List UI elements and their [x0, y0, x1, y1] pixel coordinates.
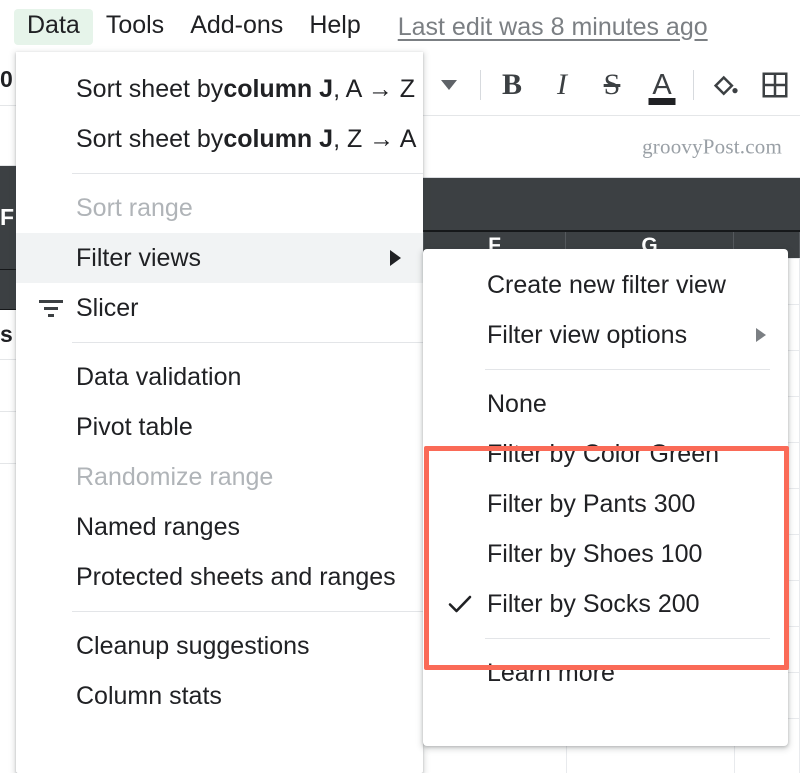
fill-color-icon[interactable] [700, 54, 750, 116]
submenu-item-label: Filter by Pants 300 [487, 489, 696, 518]
italic-icon[interactable]: I [537, 54, 587, 116]
screenshot-root: Data Tools Add-ons Help Last edit was 8 … [0, 0, 800, 773]
menu-item-label: Pivot table [76, 412, 193, 441]
menu-item-label: Filter views [76, 243, 202, 272]
menu-bar: Data Tools Add-ons Help Last edit was 8 … [0, 0, 800, 54]
submenu-item-filter-view-options[interactable]: Filter view options [423, 310, 788, 360]
submenu-item-label: Create new filter view [487, 270, 726, 299]
strikethrough-icon[interactable]: S [587, 54, 637, 116]
menu-item-label: Named ranges [76, 512, 240, 541]
menu-item-cleanup-suggestions[interactable]: Cleanup suggestions [16, 621, 423, 671]
submenu-item-label: Filter by Socks 200 [487, 589, 700, 618]
menu-item-label: Protected sheets and ranges [76, 562, 396, 591]
menu-item-slicer[interactable]: Slicer [16, 283, 423, 333]
menu-item-label: Slicer [76, 293, 139, 322]
submenu-item-label: Filter view options [487, 320, 688, 349]
menu-item-named-ranges[interactable]: Named ranges [16, 502, 423, 552]
submenu-item-create-new-filter-view[interactable]: Create new filter view [423, 260, 788, 310]
submenu-item-label: Learn more [487, 658, 615, 687]
menu-item-label-suffix: , A → Z [333, 74, 416, 103]
menu-bar-item-add-ons[interactable]: Add-ons [177, 9, 296, 45]
menu-item-label-suffix: , Z → A [333, 124, 417, 153]
menu-bar-item-tools[interactable]: Tools [93, 9, 177, 45]
menu-item-filter-views[interactable]: Filter views [16, 233, 423, 283]
checkmark-icon [447, 591, 473, 617]
text-color-icon[interactable]: A [637, 54, 687, 116]
menu-item-column-stats[interactable]: Column stats [16, 671, 423, 721]
filter-views-submenu-panel: Create new filter view Filter view optio… [423, 249, 788, 746]
menu-item-label: Randomize range [76, 462, 274, 491]
submenu-item-filter-by-socks-200[interactable]: Filter by Socks 200 [423, 579, 788, 629]
menu-item-label: Sort range [76, 193, 193, 222]
borders-icon[interactable] [750, 54, 800, 116]
font-size-dropdown-caret-icon[interactable] [424, 54, 474, 116]
chevron-right-icon [756, 328, 766, 342]
submenu-divider [485, 638, 770, 639]
watermark-groovypost: groovyPost.com [642, 134, 782, 158]
submenu-item-filter-by-shoes-100[interactable]: Filter by Shoes 100 [423, 529, 788, 579]
submenu-item-filter-by-pants-300[interactable]: Filter by Pants 300 [423, 479, 788, 529]
text-color-swatch [648, 98, 676, 105]
last-edit-status-link[interactable]: Last edit was 8 minutes ago [398, 13, 708, 42]
menu-item-sort-range: Sort range [16, 183, 423, 233]
menu-divider [72, 342, 423, 343]
menu-item-label: Column stats [76, 681, 222, 710]
text-color-letter: A [652, 68, 672, 101]
menu-item-data-validation[interactable]: Data validation [16, 352, 423, 402]
menu-bar-item-help[interactable]: Help [296, 9, 373, 45]
menu-divider [72, 611, 423, 612]
menu-item-label: Sort sheet by [76, 124, 224, 153]
toolbar-divider [693, 70, 694, 100]
menu-divider [72, 173, 423, 174]
menu-item-randomize-range: Randomize range [16, 452, 423, 502]
menu-item-label-bold: column J [223, 124, 334, 153]
menu-item-label: Sort sheet by [76, 74, 224, 103]
submenu-item-filter-by-color-green[interactable]: Filter by Color Green [423, 429, 788, 479]
submenu-divider [485, 369, 770, 370]
submenu-item-label: None [487, 389, 547, 418]
menu-item-pivot-table[interactable]: Pivot table [16, 402, 423, 452]
submenu-item-none[interactable]: None [423, 379, 788, 429]
menu-bar-item-data[interactable]: Data [14, 9, 93, 45]
menu-item-label: Cleanup suggestions [76, 631, 310, 660]
menu-item-label: Data validation [76, 362, 242, 391]
submenu-item-learn-more[interactable]: Learn more [423, 648, 788, 698]
menu-item-label-bold: column J [223, 74, 334, 103]
filter-icon [38, 297, 64, 319]
submenu-item-label: Filter by Color Green [487, 439, 720, 468]
menu-item-sort-sheet-za[interactable]: Sort sheet by column J, Z → A [16, 114, 423, 164]
data-menu-panel: Sort sheet by column J, A → Z Sort sheet… [16, 52, 423, 773]
menu-item-protected-sheets-and-ranges[interactable]: Protected sheets and ranges [16, 552, 423, 602]
submenu-item-label: Filter by Shoes 100 [487, 539, 703, 568]
chevron-right-icon [390, 250, 401, 266]
menu-item-sort-sheet-az[interactable]: Sort sheet by column J, A → Z [16, 64, 423, 114]
bold-icon[interactable]: B [487, 54, 537, 116]
toolbar-divider [480, 70, 481, 100]
